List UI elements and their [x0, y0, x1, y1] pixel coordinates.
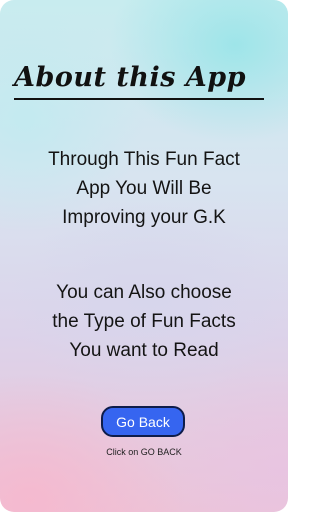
description-line: App You Will Be — [76, 178, 212, 199]
description-line: Improving your G.K — [62, 207, 226, 228]
description-line: Through This Fun Fact — [48, 149, 240, 170]
go-back-hint: Click on GO BACK — [106, 447, 182, 457]
title-underline — [14, 98, 264, 100]
description-line: the Type of Fun Facts — [52, 311, 236, 332]
description-improve-gk: Through This Fun Fact App You Will Be Im… — [0, 145, 288, 232]
description-line: You can Also choose — [56, 282, 232, 303]
description-choose-type: You can Also choose the Type of Fun Fact… — [0, 278, 288, 365]
about-screen: About this App Through This Fun Fact App… — [0, 0, 288, 512]
go-back-button[interactable]: Go Back — [101, 406, 185, 437]
description-line: You want to Read — [69, 340, 219, 361]
page-title: About this App — [14, 62, 247, 93]
